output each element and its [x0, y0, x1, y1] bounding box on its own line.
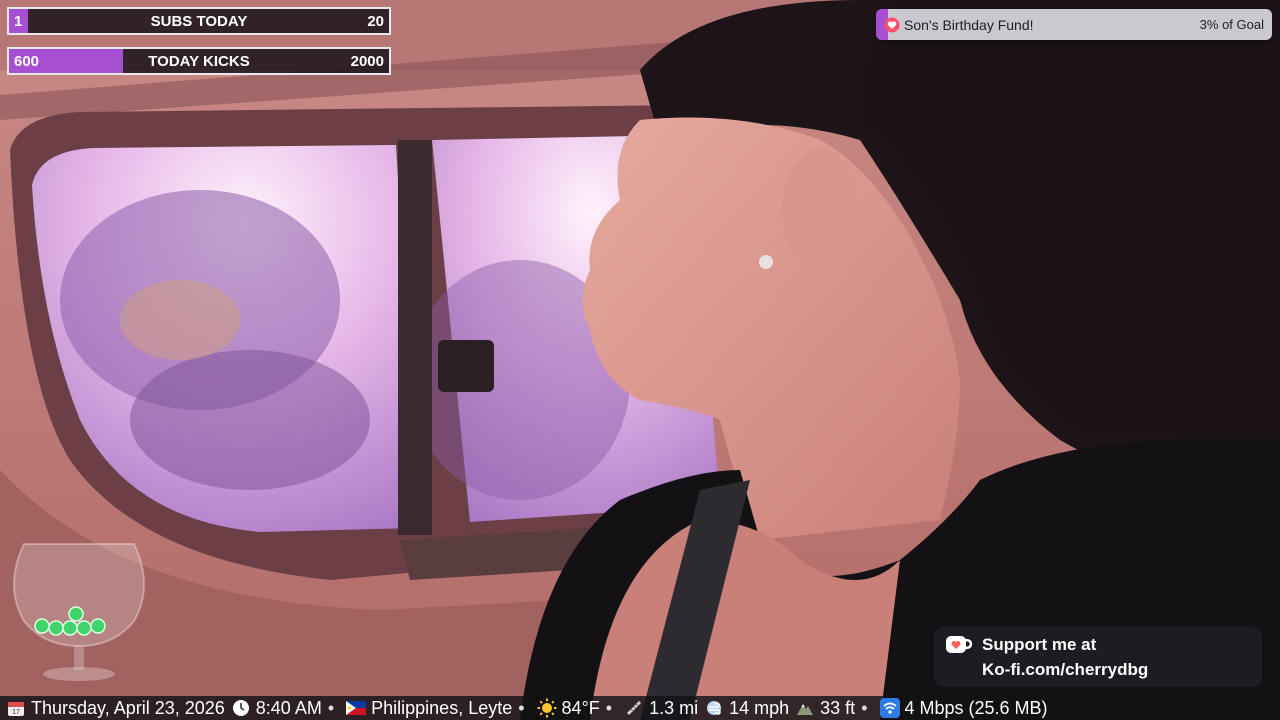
sun-icon — [537, 698, 557, 718]
svg-text:17: 17 — [12, 709, 20, 716]
kicks-goal-target: 2000 — [350, 52, 384, 70]
vehicle-interior-scene — [0, 0, 1280, 720]
tip-goal-title: Son's Birthday Fund! — [904, 16, 1034, 33]
ticker-wind-speed: 14 mph — [729, 697, 790, 718]
ticker-altitude: 33 ft — [820, 697, 856, 718]
subs-goal-label: SUBS TODAY — [150, 12, 248, 30]
today-kicks-goal-bar: 600 TODAY KICKS 2000 — [7, 47, 391, 75]
tip-goal-percent: 3% of Goal — [1199, 17, 1264, 32]
calendar-icon: 17 — [6, 698, 26, 718]
wifi-icon — [879, 698, 900, 718]
ticker-distance: 1.3 mi — [649, 697, 699, 718]
kofi-support-panel[interactable]: Support me at Ko-fi.com/cherrydbg — [934, 627, 1262, 687]
stream-video-frame — [0, 0, 1280, 720]
ticker-location: Philippines, Leyte — [371, 697, 513, 718]
heart-icon — [884, 17, 900, 33]
ticker-separator: • — [327, 697, 335, 718]
subs-today-goal-bar: 1 SUBS TODAY 20 — [7, 7, 391, 35]
philippines-flag-icon — [346, 698, 367, 718]
clock-icon — [231, 698, 251, 718]
drink-counter-glass — [13, 543, 145, 681]
ticker-date: Thursday, April 23, 2026 — [31, 697, 225, 718]
ticker-separator: • — [605, 697, 613, 718]
ticker-separator: • — [861, 697, 868, 718]
stream-info-ticker: 17 Thursday, April 23, 2026 8:40 AM • Ph… — [0, 696, 1280, 720]
ticker-temperature: 84°F — [561, 697, 600, 718]
birthday-fund-goal: Son's Birthday Fund! 3% of Goal — [876, 9, 1272, 40]
kofi-link[interactable]: Ko-fi.com/cherrydbg — [982, 660, 1148, 680]
ruler-icon — [624, 698, 644, 718]
kofi-cup-icon — [946, 636, 972, 653]
subs-goal-target: 20 — [367, 12, 384, 30]
kicks-goal-label: TODAY KICKS — [148, 52, 250, 70]
ticker-time: 8:40 AM — [255, 697, 322, 718]
ticker-network: 4 Mbps (25.6 MB) — [904, 697, 1048, 718]
ticker-separator: • — [518, 697, 525, 718]
mountain-icon — [795, 698, 815, 718]
wind-icon — [704, 698, 724, 718]
kofi-support-text: Support me at — [982, 635, 1097, 654]
